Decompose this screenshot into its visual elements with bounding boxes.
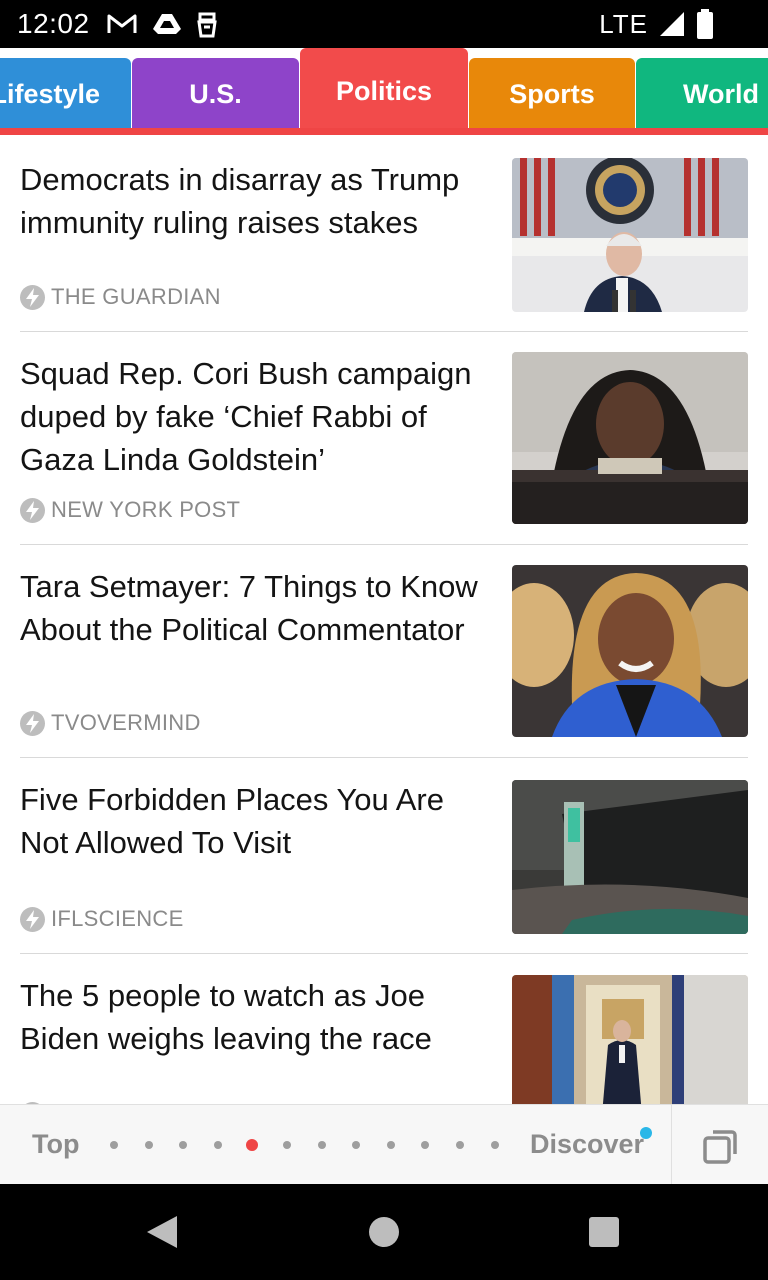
notification-icons — [106, 8, 218, 40]
lightning-bolt-icon — [20, 906, 45, 932]
article-feed[interactable]: Democrats in disarray as Trump immunity … — [0, 138, 768, 1104]
tab-politics[interactable]: Politics — [300, 48, 468, 130]
article-card[interactable]: Five Forbidden Places You Are Not Allowe… — [20, 758, 748, 954]
article-thumbnail[interactable] — [512, 158, 748, 312]
article-card[interactable]: Tara Setmayer: 7 Things to Know About th… — [20, 545, 748, 758]
article-thumbnail[interactable] — [512, 780, 748, 934]
article-source: THE GUARDIAN — [20, 284, 221, 310]
page-dot[interactable] — [456, 1141, 464, 1149]
page-dot[interactable] — [352, 1141, 361, 1149]
tab-us[interactable]: U.S. — [132, 58, 299, 130]
article-source: NEW YORK POST — [20, 497, 240, 523]
lightning-bolt-icon — [20, 284, 45, 310]
page-navigation-bar: Top Discover — [0, 1104, 768, 1185]
page-dot[interactable] — [490, 1141, 499, 1149]
cleaning-icon — [197, 12, 217, 38]
page-dot[interactable] — [317, 1141, 326, 1149]
page-dot[interactable] — [421, 1141, 430, 1149]
system-status-icons: LTE — [599, 8, 714, 40]
lightning-bolt-icon — [20, 710, 45, 736]
page-indicator — [110, 1139, 505, 1151]
article-card[interactable]: The 5 people to watch as Joe Biden weigh… — [20, 954, 748, 1104]
network-type: LTE — [599, 8, 648, 39]
divider — [671, 1105, 672, 1185]
article-thumbnail[interactable] — [512, 352, 748, 524]
article-source: IFLSCIENCE — [20, 906, 184, 932]
status-time: 12:02 — [17, 8, 90, 39]
article-headline[interactable]: Democrats in disarray as Trump immunity … — [20, 158, 490, 244]
tab-lifestyle[interactable]: Lifestyle — [0, 58, 131, 130]
page-dot[interactable] — [283, 1141, 291, 1149]
article-headline[interactable]: Five Forbidden Places You Are Not Allowe… — [20, 778, 490, 864]
active-tab-underline — [0, 128, 768, 135]
page-dot[interactable] — [144, 1141, 153, 1149]
article-headline[interactable]: Squad Rep. Cori Bush campaign duped by f… — [20, 352, 490, 481]
system-navigation-bar — [0, 1184, 768, 1280]
back-icon[interactable] — [145, 1214, 179, 1250]
tab-world[interactable]: World — [636, 58, 768, 130]
home-icon[interactable] — [368, 1216, 400, 1248]
signal-icon — [660, 12, 684, 36]
page-dot-active[interactable] — [246, 1139, 259, 1151]
page-dot[interactable] — [110, 1141, 118, 1149]
article-thumbnail[interactable] — [512, 565, 748, 737]
page-dot[interactable] — [213, 1141, 222, 1149]
discover-badge — [640, 1127, 652, 1139]
battery-icon — [697, 9, 713, 39]
article-headline[interactable]: Tara Setmayer: 7 Things to Know About th… — [20, 565, 490, 651]
recents-icon[interactable] — [589, 1217, 619, 1247]
page-dot[interactable] — [386, 1141, 395, 1149]
gmail-icon — [107, 14, 137, 33]
status-bar: 12:02 LTE — [0, 0, 768, 48]
drive-icon — [153, 14, 181, 34]
article-source: TVOVERMIND — [20, 710, 201, 736]
news-app-screen: 12:02 LTE Lifestyle U.S. Politics Sports… — [0, 0, 768, 1280]
tab-sports[interactable]: Sports — [469, 58, 635, 130]
article-thumbnail[interactable] — [512, 975, 748, 1104]
article-card[interactable]: Democrats in disarray as Trump immunity … — [20, 138, 748, 332]
article-headline[interactable]: The 5 people to watch as Joe Biden weigh… — [20, 974, 490, 1060]
lightning-bolt-icon — [20, 497, 45, 523]
category-tab-bar: Lifestyle U.S. Politics Sports World — [0, 48, 768, 138]
article-card[interactable]: Squad Rep. Cori Bush campaign duped by f… — [20, 332, 748, 545]
tab-switcher-icon[interactable] — [702, 1127, 740, 1165]
page-dot[interactable] — [179, 1141, 188, 1149]
discover-button[interactable]: Discover — [530, 1129, 644, 1160]
top-button[interactable]: Top — [32, 1129, 79, 1160]
